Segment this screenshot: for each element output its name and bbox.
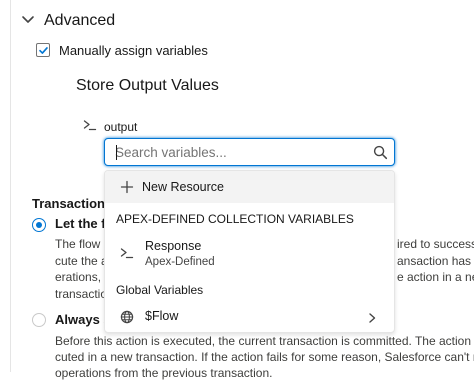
search-icon[interactable] [373, 145, 388, 160]
transaction-option-1-desc-line-3-right: e action in a new [397, 270, 474, 284]
output-field-label-row: output [83, 118, 137, 136]
chevron-down-icon [20, 11, 36, 32]
plus-icon [120, 180, 134, 194]
search-variables-input[interactable] [115, 142, 394, 162]
store-output-heading: Store Output Values [76, 77, 219, 94]
response-option[interactable]: Response Apex-Defined [105, 233, 394, 273]
transaction-option-1-desc-line-1-left: The flow c [55, 237, 110, 251]
response-option-subtitle: Apex-Defined [145, 256, 215, 268]
transaction-option-1-desc-line-4-left: transactio [55, 287, 108, 301]
variables-dropdown: New Resource APEX-DEFINED COLLECTION VAR… [104, 170, 395, 333]
global-variables-group-header: Global Variables [116, 283, 204, 297]
new-resource-label: New Resource [142, 180, 224, 194]
transaction-option-1-desc-line-2-left: cute the a [55, 254, 108, 268]
manual-assign-checkbox[interactable] [36, 43, 50, 57]
section-title: Advanced [44, 12, 116, 29]
transaction-option-1-desc-line-3-left: erations, t [55, 270, 108, 284]
transaction-option-2-label: Always s [55, 312, 111, 327]
transaction-option-2-desc-line-2: cuted in a new transaction. If the actio… [55, 350, 474, 364]
terminal-icon [83, 118, 97, 137]
panel-left-border [10, 0, 11, 372]
response-option-title: Response [145, 239, 202, 253]
transaction-option-2-desc-line-1: Before this action is executed, the curr… [55, 334, 474, 348]
globe-icon [120, 310, 134, 324]
transaction-option-1-desc-line-1-right: ired to success [397, 237, 474, 251]
transaction-option-1-label: Let the f [55, 216, 106, 231]
output-label: output [104, 120, 138, 134]
manual-assign-label: Manually assign variables [59, 42, 208, 58]
transaction-option-2-radio[interactable] [32, 313, 46, 327]
apex-collection-group-header: APEX-DEFINED COLLECTION VARIABLES [116, 212, 354, 226]
checkmark-icon [38, 46, 48, 54]
flow-global-option-title: $Flow [145, 309, 179, 323]
advanced-section-toggle[interactable]: Advanced [20, 8, 115, 34]
flow-global-option[interactable]: $Flow [105, 303, 394, 331]
text-caret [116, 145, 117, 160]
chevron-right-icon [366, 311, 378, 323]
search-variables-combobox[interactable] [104, 138, 395, 166]
terminal-icon [120, 246, 134, 260]
transaction-option-2-desc-line-3: operations from the previous transaction… [55, 366, 273, 380]
manual-assign-row: Manually assign variables [36, 41, 208, 59]
new-resource-option[interactable]: New Resource [105, 171, 394, 203]
transaction-option-1-desc-line-2-right: ansaction has pe [397, 254, 474, 268]
transaction-option-1-radio[interactable] [32, 218, 46, 232]
